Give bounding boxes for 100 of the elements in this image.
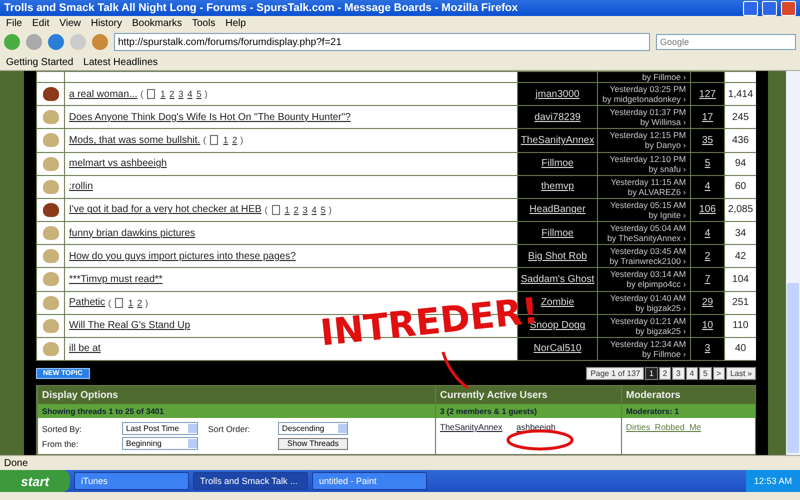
page-link[interactable]: 3	[178, 89, 184, 100]
page-link[interactable]: 4	[686, 366, 698, 380]
replies-count[interactable]: 7	[704, 274, 710, 285]
author-link[interactable]: davi78239	[534, 112, 581, 123]
menu-item[interactable]: History	[90, 18, 122, 28]
views-count: 42	[734, 250, 746, 262]
thread-title-link[interactable]: Pathetic	[69, 297, 106, 308]
thread-title-link[interactable]: Does Anyone Think Dog's Wife Is Hot On "The Bounty Hunter"?	[69, 112, 351, 123]
order-select[interactable]: Descending	[278, 422, 348, 436]
menu-item[interactable]: Tools	[192, 18, 216, 28]
show-threads-button[interactable]: Show Threads	[278, 438, 348, 450]
search-field[interactable]: Google	[656, 34, 796, 50]
replies-count[interactable]: 35	[702, 134, 714, 146]
page-link[interactable]: 4	[312, 204, 317, 215]
sort-select[interactable]: Last Post Time	[122, 422, 198, 436]
views-count: 1,414	[728, 88, 754, 100]
taskbar-button[interactable]: Trolls and Smack Talk ...	[193, 472, 308, 490]
last-post-by: by elpimpo4cc ›	[626, 279, 686, 290]
menu-item[interactable]: View	[59, 18, 81, 28]
page-link[interactable]: 5	[196, 89, 202, 100]
thread-title-link[interactable]: a real woman...	[69, 88, 138, 100]
bracket-text: )	[204, 89, 208, 100]
user-link[interactable]: ashbeeigh	[516, 422, 556, 432]
thread-title-link[interactable]: Will The Real G's Stand Up	[69, 320, 190, 332]
page-link[interactable]: 3	[672, 366, 685, 380]
last-post-by: by bigzak25 ›	[635, 326, 686, 336]
page-link[interactable]: 3	[302, 204, 308, 215]
page-link[interactable]: 4	[187, 89, 192, 100]
thread-title-link[interactable]: ill be at	[69, 343, 101, 354]
author-link[interactable]: Fillmoe	[541, 158, 574, 170]
menu-item[interactable]: Edit	[32, 18, 50, 28]
start-button[interactable]: start	[0, 470, 70, 492]
page-link[interactable]: 1	[160, 89, 166, 100]
author-link[interactable]: Fillmoe	[541, 228, 574, 239]
scrollbar[interactable]	[786, 71, 800, 455]
replies-count[interactable]: 3	[704, 343, 710, 354]
page-link[interactable]: 2	[232, 135, 238, 146]
replies-count[interactable]: 4	[704, 228, 710, 239]
thread-title-link[interactable]: I've got it bad for a very hot checker at HEB	[69, 204, 262, 216]
taskbar-button[interactable]: untitled - Paint	[312, 472, 427, 490]
menu-item[interactable]: Help	[225, 18, 246, 28]
author-link[interactable]: jman3000	[536, 88, 580, 100]
page-link[interactable]: 2	[137, 298, 142, 308]
last-page-link[interactable]: Last »	[726, 366, 756, 380]
author-link[interactable]: Saddam's Ghost	[520, 274, 594, 285]
replies-count[interactable]: 106	[699, 204, 716, 216]
page-link[interactable]: 1	[645, 366, 658, 380]
taskbar-button[interactable]: iTunes	[74, 472, 189, 490]
bracket-text: )	[145, 298, 148, 308]
last-post-time: Yesterday 12:34 AM	[610, 338, 686, 349]
author-link[interactable]: NorCal510	[534, 343, 582, 354]
minimize-button[interactable]	[743, 0, 758, 16]
from-select[interactable]: Beginning	[122, 437, 198, 450]
thread-title-link[interactable]: Mods, that was some bullshit.	[69, 134, 200, 146]
section-header: Display Options	[38, 386, 435, 404]
page-link[interactable]: 1	[223, 135, 228, 146]
section-header: Moderators	[622, 386, 755, 404]
address-field[interactable]: http://spurstalk.com/forums/forumdisplay.php?f=21	[114, 33, 650, 51]
thread-title-link[interactable]: funny brian dawkins pictures	[69, 228, 196, 239]
menu-item[interactable]: Bookmarks	[132, 18, 182, 28]
clock: 12:53 AM	[754, 476, 792, 486]
close-button[interactable]	[781, 0, 796, 16]
replies-count[interactable]: 29	[702, 297, 714, 308]
moderator-link[interactable]: Dirties_Robbed_Me	[626, 422, 702, 432]
thread-title-link[interactable]: How do you guys import pictures into these pages?	[69, 250, 296, 262]
section-subheader: Showing threads 1 to 25 of 3401	[38, 404, 435, 418]
author-link[interactable]: Big Shot Rob	[528, 250, 587, 262]
thread-title-link[interactable]: :rollin	[69, 181, 93, 192]
page-icon	[210, 135, 218, 146]
author-link[interactable]: TheSanityAnnex	[520, 134, 594, 146]
author-link[interactable]: themvp	[541, 181, 574, 192]
last-post-time: Yesterday 12:10 PM	[610, 154, 686, 164]
maximize-button[interactable]	[762, 0, 777, 16]
thread-title-link[interactable]: melmart vs ashbeeigh	[69, 158, 167, 170]
last-post-time: Yesterday 01:40 AM	[610, 292, 686, 303]
bookmark-link[interactable]: Latest Headlines	[83, 56, 158, 68]
page-link[interactable]: 2	[658, 366, 672, 380]
page-link[interactable]: 1	[128, 298, 134, 308]
replies-count[interactable]: 2	[704, 250, 710, 262]
bookmark-link[interactable]: Getting Started	[6, 56, 74, 68]
bracket-text: (	[108, 298, 112, 308]
replies-count[interactable]: 17	[702, 112, 714, 123]
replies-count[interactable]: 5	[704, 158, 710, 170]
last-post-time: Yesterday 03:14 AM	[610, 269, 686, 280]
replies-count[interactable]: 10	[702, 320, 714, 332]
user-link[interactable]: TheSanityAnnex	[440, 422, 502, 432]
page-link[interactable]: 5	[699, 366, 712, 380]
page-link[interactable]: 2	[294, 204, 299, 215]
last-post-time: Yesterday 01:21 AM	[610, 316, 686, 326]
page-link[interactable]: 5	[320, 204, 326, 215]
page-link[interactable]: 2	[169, 89, 174, 100]
replies-count[interactable]: 4	[704, 181, 710, 192]
replies-count[interactable]: 127	[699, 88, 716, 100]
thread-title-link[interactable]: ***Timvp must read**	[69, 274, 163, 285]
author-link[interactable]: Zombie	[540, 297, 574, 308]
author-link[interactable]: HeadBanger	[529, 204, 586, 216]
page-icon	[147, 89, 156, 100]
next-page-link[interactable]: >	[712, 366, 726, 380]
menu-item[interactable]: File	[6, 18, 22, 28]
page-link[interactable]: 1	[284, 204, 290, 215]
